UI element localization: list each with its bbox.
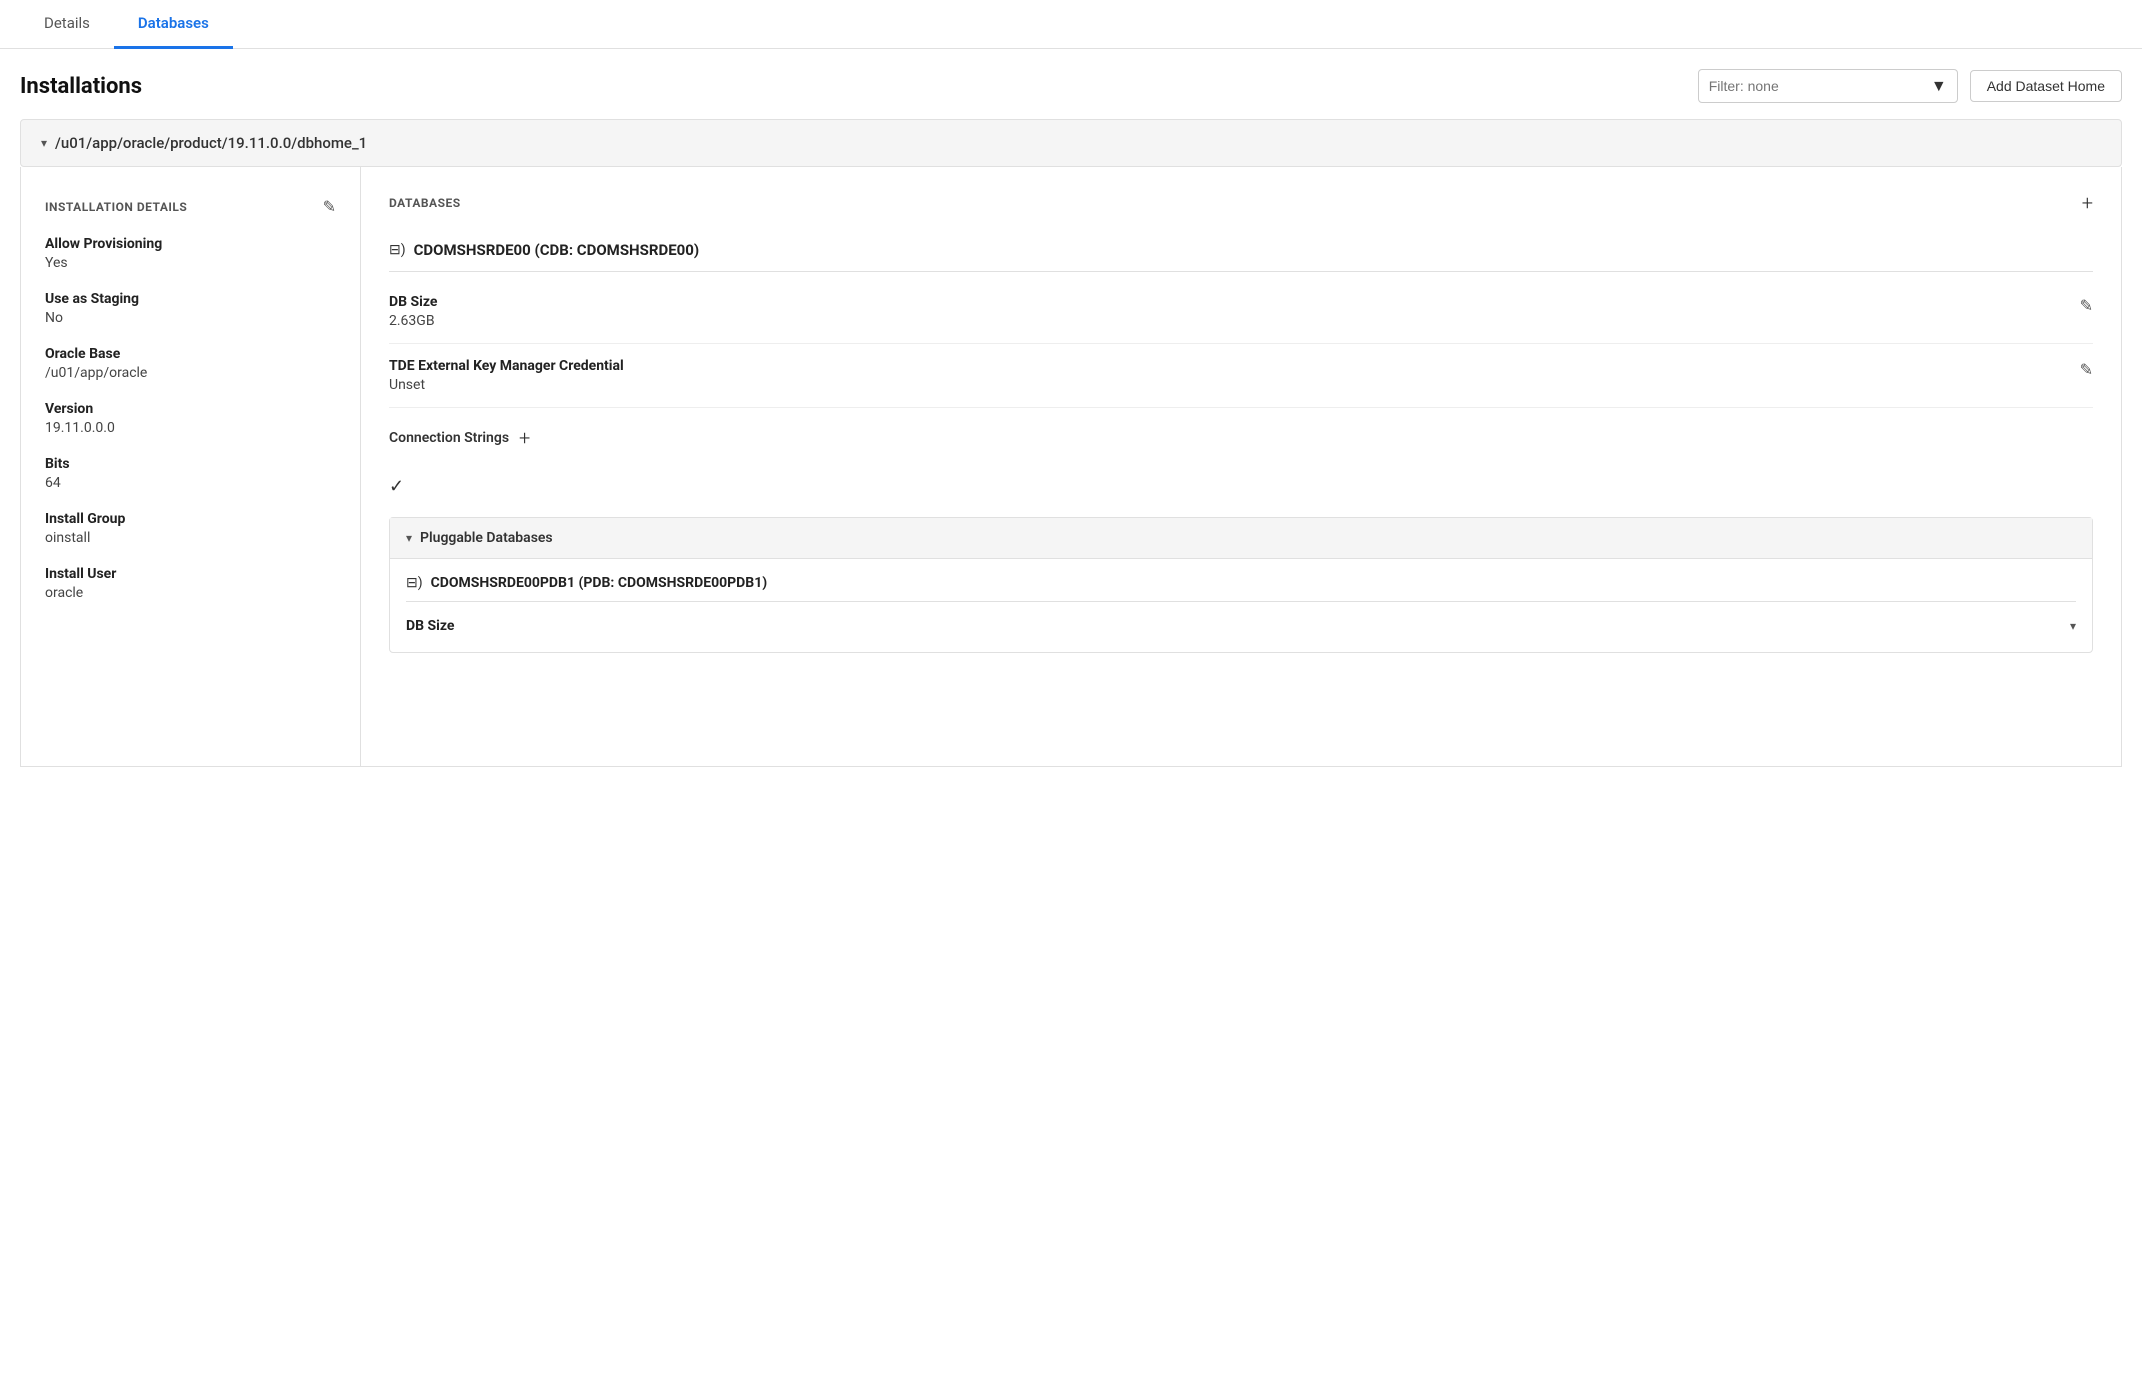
left-panel: INSTALLATION DETAILS ✎ Allow Provisionin…: [21, 167, 361, 766]
filter-input[interactable]: [1709, 78, 1925, 94]
installation-details-edit-icon[interactable]: ✎: [323, 197, 336, 216]
db-detail-tde: TDE External Key Manager Credential Unse…: [389, 348, 2093, 408]
detail-label-bits: Bits: [45, 456, 336, 472]
installation-details-title: INSTALLATION DETAILS: [45, 200, 187, 214]
chevron-down-icon: ▾: [41, 136, 47, 150]
detail-label-version: Version: [45, 401, 336, 417]
detail-use-as-staging: Use as Staging No: [45, 291, 336, 326]
pdb-name: CDOMSHSRDE00PDB1 (PDB: CDOMSHSRDE00PDB1): [431, 575, 768, 591]
db-detail-db-size: DB Size 2.63GB ✎: [389, 284, 2093, 344]
right-panel: DATABASES + ⊟) CDOMSHSRDE00 (CDB: CDOMSH…: [361, 167, 2121, 766]
detail-bits: Bits 64: [45, 456, 336, 491]
pluggable-header[interactable]: ▾ Pluggable Databases: [390, 518, 2092, 559]
filter-input-wrap[interactable]: ▼: [1698, 69, 1958, 103]
pluggable-chevron-icon: ▾: [406, 531, 412, 545]
connection-strings-row: Connection Strings +: [389, 412, 2093, 464]
db-name: CDOMSHSRDE00 (CDB: CDOMSHSRDE00): [414, 241, 700, 259]
connection-strings-add-icon[interactable]: +: [519, 426, 530, 450]
pluggable-section: ▾ Pluggable Databases ⊟) CDOMSHSRDE00PDB…: [389, 517, 2093, 653]
tde-label: TDE External Key Manager Credential: [389, 358, 624, 374]
connection-strings-label: Connection Strings: [389, 430, 509, 446]
detail-allow-provisioning: Allow Provisioning Yes: [45, 236, 336, 271]
databases-header-row: DATABASES +: [389, 191, 2093, 215]
detail-value-oracle-base: /u01/app/oracle: [45, 365, 336, 381]
filter-icon: ▼: [1931, 76, 1947, 96]
detail-label-install-user: Install User: [45, 566, 336, 582]
detail-value-allow-provisioning: Yes: [45, 255, 336, 271]
tde-value: Unset: [389, 377, 624, 393]
pdb-content: ⊟) CDOMSHSRDE00PDB1 (PDB: CDOMSHSRDE00PD…: [390, 559, 2092, 652]
tde-content: TDE External Key Manager Credential Unse…: [389, 358, 624, 393]
checkmark-row: ✓: [389, 464, 2093, 509]
check-icon: ✓: [389, 476, 404, 497]
detail-value-install-user: oracle: [45, 585, 336, 601]
installations-header: Installations ▼ Add Dataset Home: [0, 49, 2142, 119]
detail-label-install-group: Install Group: [45, 511, 336, 527]
db-stream-icon: ⊟): [389, 242, 406, 258]
path-label: /u01/app/oracle/product/19.11.0.0/dbhome…: [55, 134, 367, 152]
header-right: ▼ Add Dataset Home: [1698, 69, 2122, 103]
detail-oracle-base: Oracle Base /u01/app/oracle: [45, 346, 336, 381]
db-size-content: DB Size 2.63GB: [389, 294, 437, 329]
detail-value-install-group: oinstall: [45, 530, 336, 546]
detail-version: Version 19.11.0.0.0: [45, 401, 336, 436]
detail-label-use-as-staging: Use as Staging: [45, 291, 336, 307]
tab-details[interactable]: Details: [20, 0, 114, 49]
detail-install-user: Install User oracle: [45, 566, 336, 601]
content-area: INSTALLATION DETAILS ✎ Allow Provisionin…: [20, 167, 2122, 767]
detail-value-bits: 64: [45, 475, 336, 491]
databases-section-title: DATABASES: [389, 196, 461, 210]
detail-value-use-as-staging: No: [45, 310, 336, 326]
tde-edit-icon[interactable]: ✎: [2080, 360, 2093, 379]
installation-details-header: INSTALLATION DETAILS ✎: [45, 197, 336, 216]
page-title: Installations: [20, 74, 142, 99]
pdb-db-size-label: DB Size: [406, 618, 454, 634]
db-name-row: ⊟) CDOMSHSRDE00 (CDB: CDOMSHSRDE00): [389, 231, 2093, 272]
db-size-label: DB Size: [389, 294, 437, 310]
pdb-stream-icon: ⊟): [406, 575, 423, 591]
tabs-bar: Details Databases: [0, 0, 2142, 49]
path-header[interactable]: ▾ /u01/app/oracle/product/19.11.0.0/dbho…: [20, 119, 2122, 167]
detail-value-version: 19.11.0.0.0: [45, 420, 336, 436]
tab-databases[interactable]: Databases: [114, 0, 233, 49]
databases-add-icon[interactable]: +: [2082, 191, 2093, 215]
pdb-db-size-edit-icon[interactable]: ▾: [2070, 619, 2076, 633]
detail-label-oracle-base: Oracle Base: [45, 346, 336, 362]
db-size-edit-icon[interactable]: ✎: [2080, 296, 2093, 315]
pluggable-title: Pluggable Databases: [420, 530, 553, 546]
add-dataset-home-button[interactable]: Add Dataset Home: [1970, 70, 2122, 102]
detail-label-allow-provisioning: Allow Provisioning: [45, 236, 336, 252]
pdb-name-row: ⊟) CDOMSHSRDE00PDB1 (PDB: CDOMSHSRDE00PD…: [406, 575, 2076, 602]
pdb-detail-row: DB Size ▾: [406, 610, 2076, 636]
detail-install-group: Install Group oinstall: [45, 511, 336, 546]
db-size-value: 2.63GB: [389, 313, 437, 329]
